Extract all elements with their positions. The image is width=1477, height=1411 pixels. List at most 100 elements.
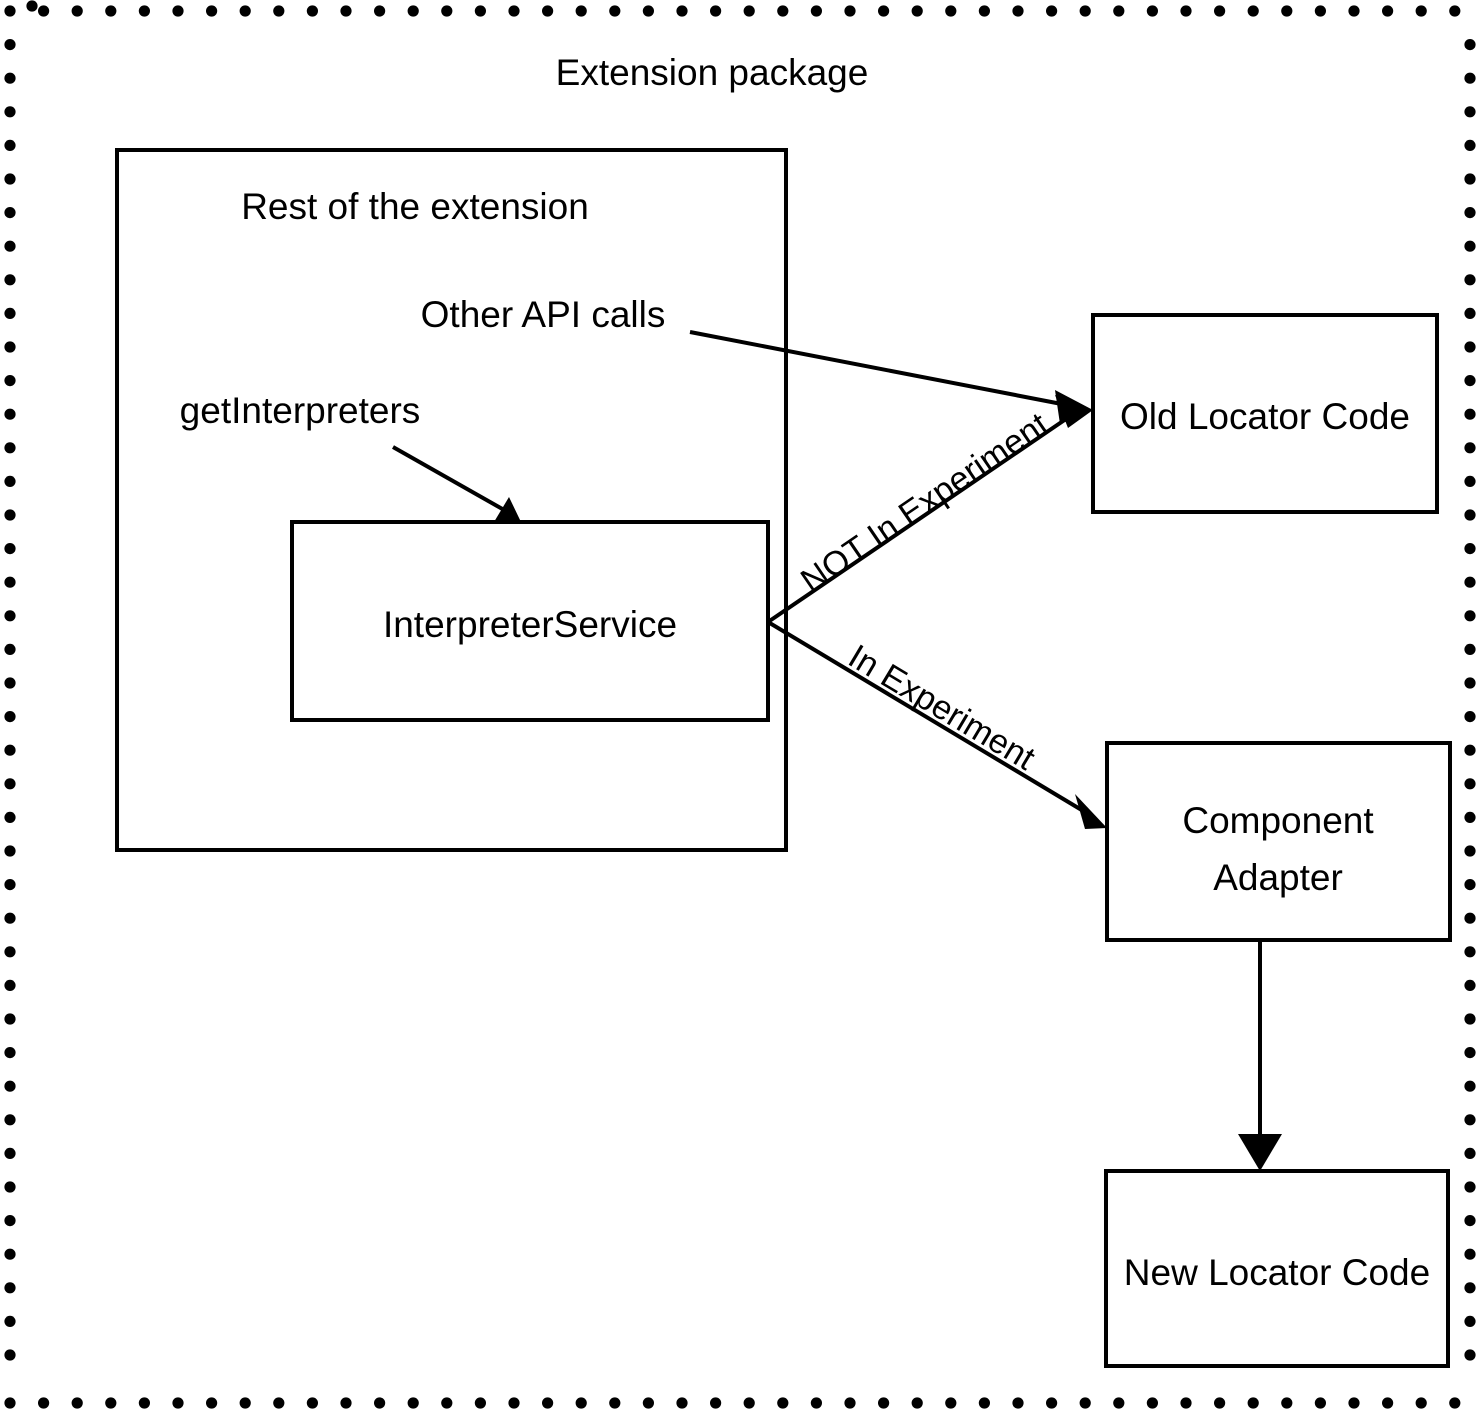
border-dot [4,39,16,51]
border-dot [71,1397,83,1409]
border-dot [743,5,755,17]
border-dot [911,1397,923,1409]
border-dot [844,1397,856,1409]
component-adapter-to-new-locator-connector [1238,940,1282,1171]
border-dot [4,1080,16,1092]
border-dot [4,778,16,790]
border-dot [777,1397,789,1409]
border-dot [4,442,16,454]
border-dot [1464,879,1476,891]
border-dot [1464,845,1476,857]
border-dot [4,1047,16,1059]
border-dot [1464,778,1476,790]
border-dot [1464,1215,1476,1227]
border-dot [4,1181,16,1193]
component-adapter-box[interactable] [1105,741,1452,942]
border-dot [1012,5,1024,17]
border-dot [878,1397,890,1409]
border-dot [642,1397,655,1409]
border-dot [4,341,16,353]
border-dot [1046,5,1058,17]
border-dot [1146,1397,1158,1409]
border-dot [1281,5,1293,17]
border-dot [4,946,16,958]
border-dot [4,879,16,891]
border-dot [4,543,16,555]
border-dot [138,5,150,17]
border-dot [1464,240,1476,252]
border-dot [1464,1315,1476,1327]
border-dot [1464,1282,1476,1294]
border-dot [1079,5,1091,17]
border-dot [4,1349,16,1361]
border-dot [844,5,856,17]
border-dot [911,5,923,17]
border-dot [4,744,16,756]
border-dot [26,0,38,12]
arrow-head-in-experiment [1075,794,1107,829]
border-dot [172,1397,184,1409]
extension-package-diagram: Extension package Rest of the extension … [4,0,1476,1409]
border-dot [4,610,16,622]
border-dot [1314,1397,1326,1409]
border-dot [743,1397,755,1409]
border-dot [4,1282,16,1294]
border-dot [1464,744,1476,756]
border-dot [4,1114,16,1126]
border-dot [1046,1397,1058,1409]
in-experiment-label: In Experiment [842,637,1042,778]
border-dot [105,1397,117,1409]
border-dot [1113,1397,1125,1409]
border-dot [4,106,16,118]
border-dot [407,5,419,17]
border-dot [1180,5,1192,17]
diagram-canvas: Extension package Rest of the extension … [0,0,1477,1411]
border-dot [4,576,16,588]
border-dot [978,1397,991,1409]
border-dot [441,5,453,17]
border-dot [1464,979,1476,992]
border-dot [239,1397,251,1409]
border-dot [1464,307,1476,319]
border-dot [4,72,16,84]
border-dot [1281,1397,1293,1409]
border-dot [239,5,251,17]
border-dot [4,1215,16,1227]
border-dot [1180,1397,1192,1409]
border-dot [978,5,991,17]
border-dot [575,5,587,17]
border-dot [1464,475,1476,487]
border-dot [777,5,789,17]
border-dot [1464,139,1476,151]
border-dot [1382,1397,1394,1409]
border-dot [1449,5,1461,17]
border-dot [474,1397,486,1409]
border-dot [1464,375,1476,387]
border-dot [172,5,184,17]
border-dot [878,5,890,17]
border-dot [4,711,16,723]
border-dot [1214,5,1226,17]
border-dot [1464,442,1476,454]
not-in-experiment-label: NOT In Experiment [794,405,1056,600]
rest-of-extension-container [115,148,788,852]
border-dot [1314,5,1326,17]
border-dot [1247,1397,1259,1409]
border-dot [1464,912,1476,924]
border-dot [1214,1397,1226,1409]
border-dot [1464,1349,1476,1361]
border-dot [542,5,554,17]
border-dot [306,5,318,17]
border-dot [1464,106,1476,118]
border-dot [4,408,16,420]
border-dot [4,677,16,689]
border-dot [4,1397,16,1409]
component-adapter-label-line1: Component [1182,800,1374,841]
border-dot [1464,543,1476,555]
border-dot [1348,1397,1360,1409]
border-dot [1079,1397,1091,1409]
border-dot [4,475,16,487]
border-dot [710,1397,722,1409]
border-dot [474,5,486,17]
border-dot [1464,1147,1476,1159]
